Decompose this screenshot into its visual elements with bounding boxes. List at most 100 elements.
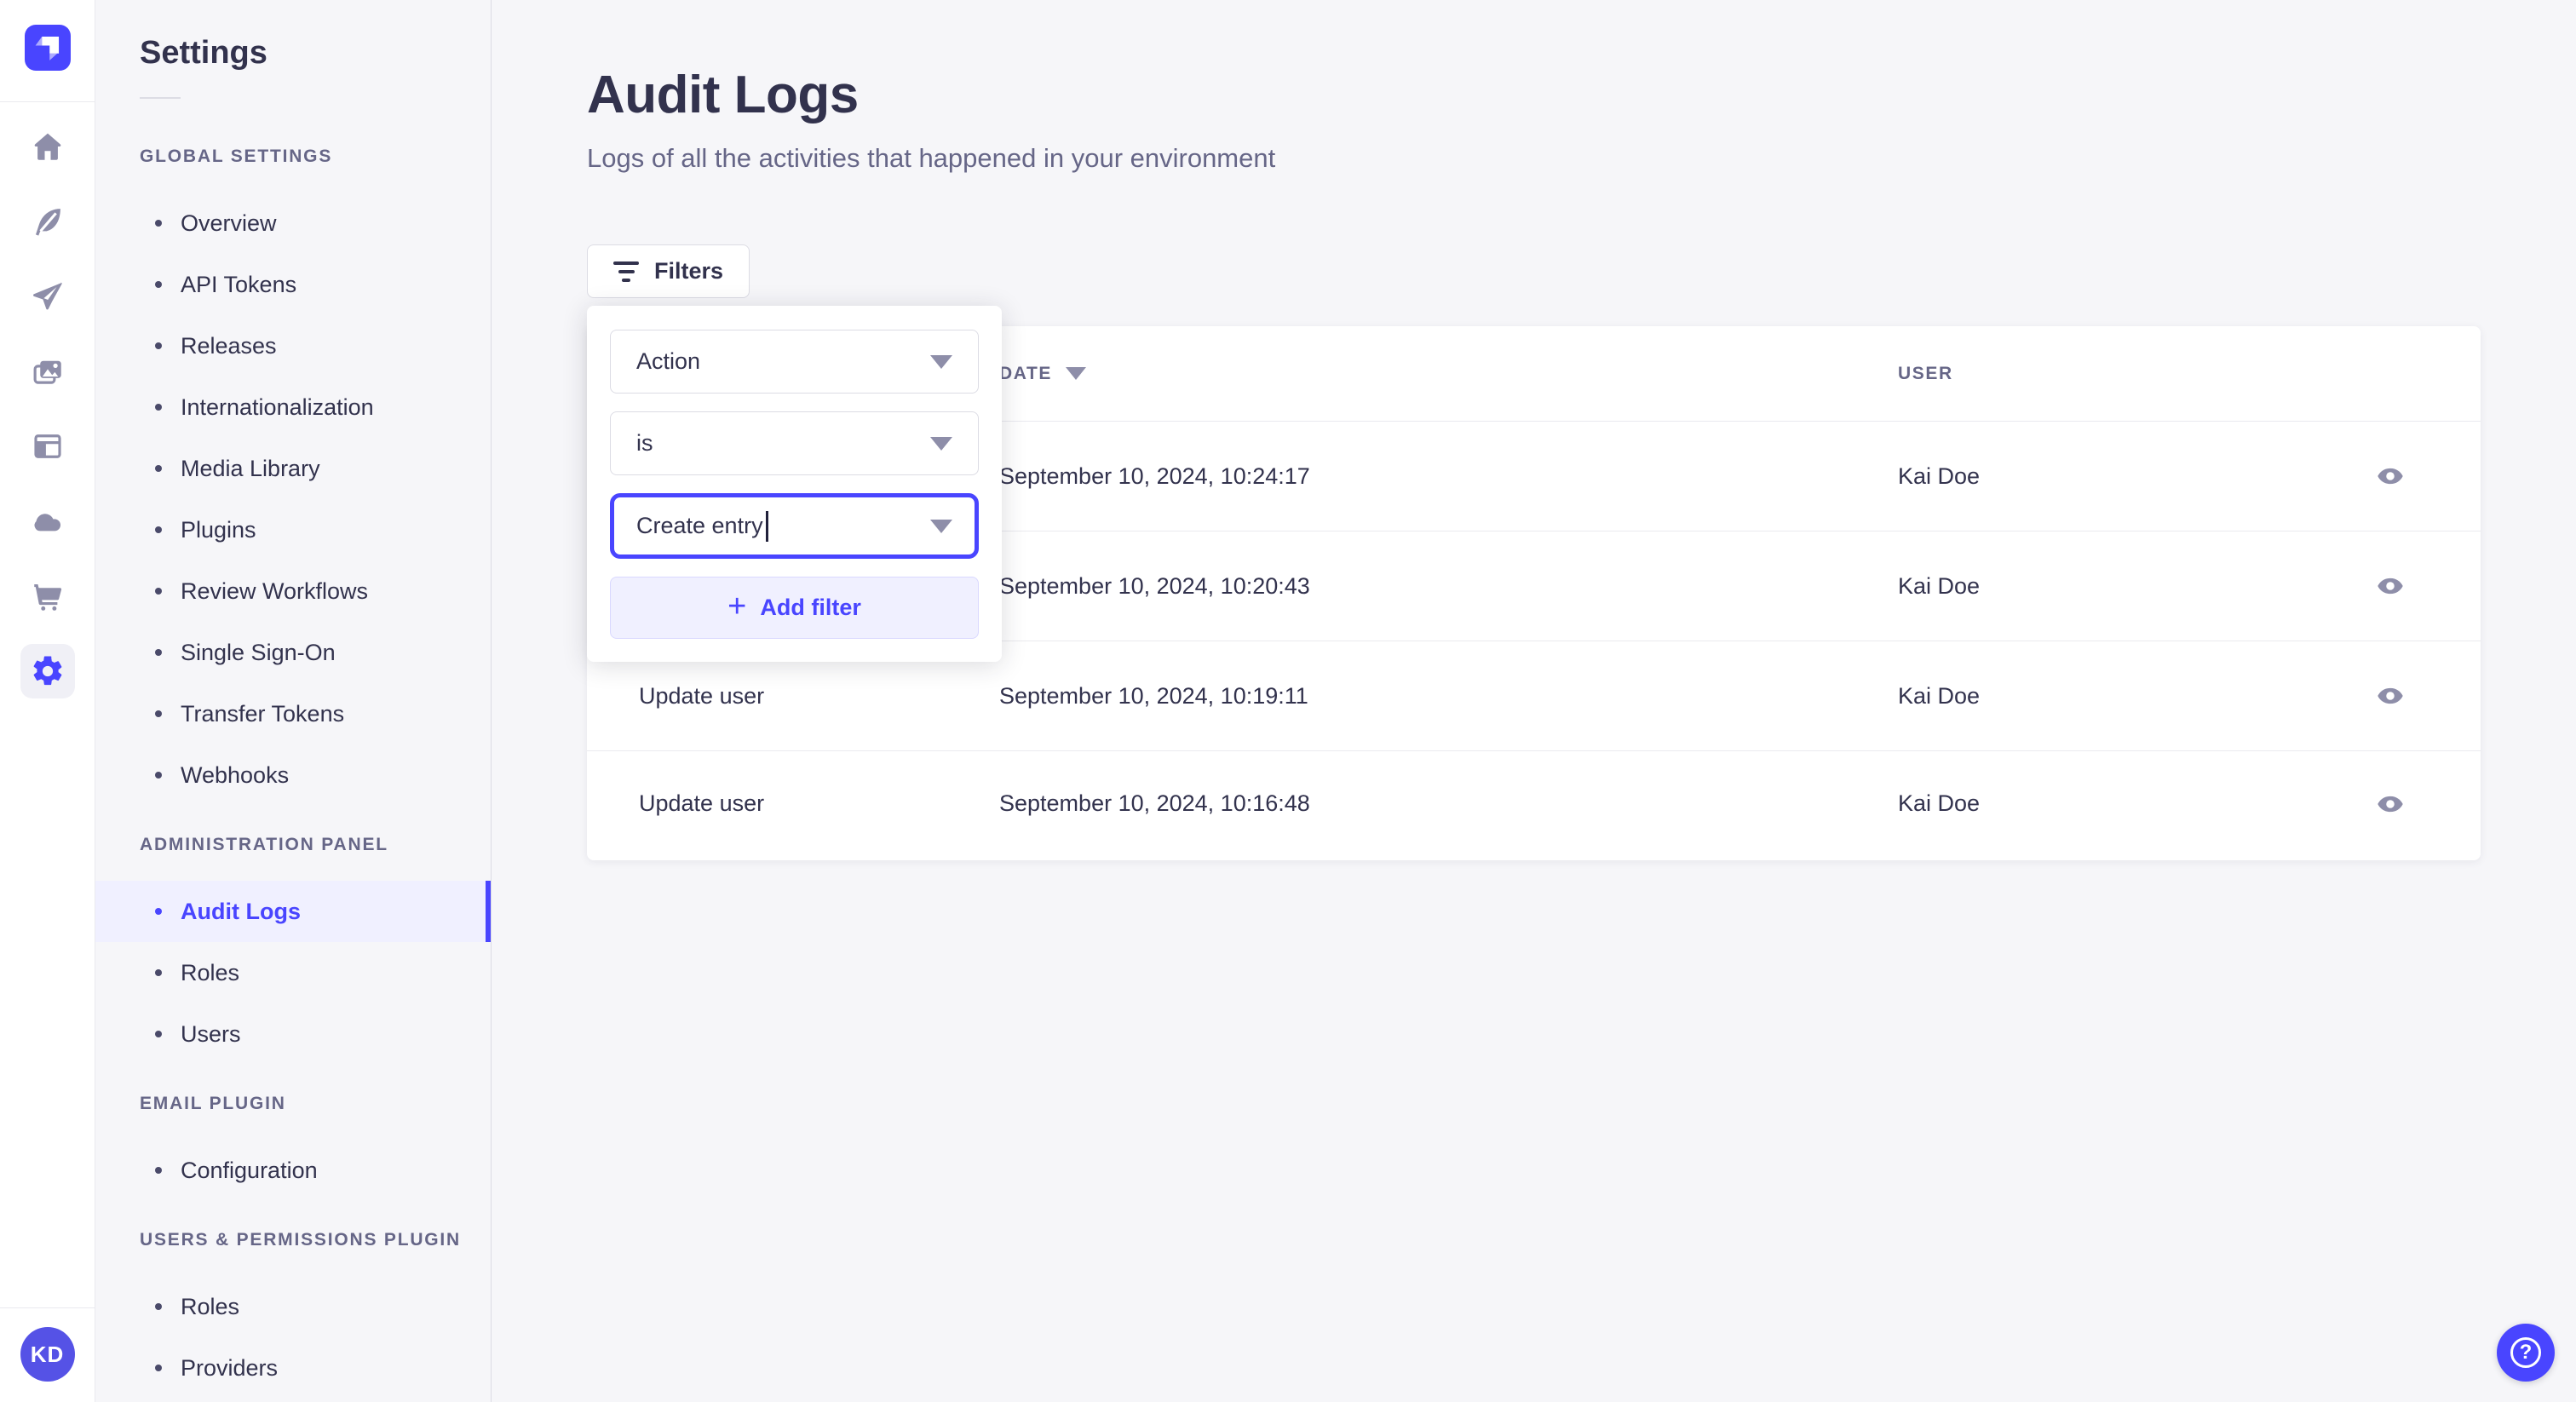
layout-icon [34, 434, 61, 458]
cell-action: Update user [639, 682, 765, 709]
sidebar-item-webhooks[interactable]: Webhooks [95, 744, 491, 806]
send-icon [33, 282, 62, 310]
sidebar-item-overview[interactable]: Overview [95, 192, 491, 254]
email-plugin-list: Configuration [95, 1140, 491, 1201]
bullet-icon [155, 404, 162, 411]
table-row[interactable]: Update user September 10, 2024, 10:16:48… [587, 751, 2481, 856]
bullet-icon [155, 1303, 162, 1310]
view-details-button[interactable] [2365, 451, 2416, 502]
settings-active-highlight [20, 644, 75, 698]
header-user: USER [1898, 363, 1953, 383]
help-button[interactable]: ? [2497, 1324, 2555, 1382]
nav-content-button[interactable] [0, 184, 95, 259]
eye-icon [2378, 796, 2403, 812]
user-avatar[interactable]: KD [20, 1327, 75, 1382]
section-administration-panel: ADMINISTRATION PANEL [140, 835, 388, 854]
strapi-logo-mark [35, 36, 59, 60]
rail-nav [0, 102, 95, 709]
filter-popover: Action is Create entry + Add filter [587, 306, 1002, 662]
bullet-icon [155, 908, 162, 915]
nav-marketplace-button[interactable] [0, 559, 95, 634]
rail-footer: KD [0, 1307, 95, 1402]
sidebar-item-plugins[interactable]: Plugins [95, 499, 491, 560]
filter-value-select[interactable]: Create entry [610, 493, 979, 559]
bullet-icon [155, 649, 162, 656]
sort-desc-icon [1066, 367, 1087, 380]
sidebar-item-transfer-tokens[interactable]: Transfer Tokens [95, 683, 491, 744]
text-cursor [765, 510, 768, 542]
eye-icon [2378, 687, 2403, 704]
sidebar-item-up-providers[interactable]: Providers [95, 1337, 491, 1399]
settings-gear-icon [33, 656, 62, 686]
sidebar-item-up-roles[interactable]: Roles [95, 1276, 491, 1337]
nav-deploy-button[interactable] [0, 259, 95, 334]
sidebar-item-admin-roles[interactable]: Roles [95, 942, 491, 1003]
chevron-down-icon [930, 354, 952, 369]
view-details-button[interactable] [2365, 560, 2416, 612]
nav-home-button[interactable] [0, 109, 95, 184]
section-email-plugin: EMAIL PLUGIN [140, 1094, 286, 1113]
filters-button[interactable]: Filters [587, 244, 750, 298]
plus-icon: + [727, 588, 747, 624]
cell-date: September 10, 2024, 10:19:11 [999, 682, 1308, 709]
question-mark-icon: ? [2510, 1337, 2541, 1368]
bullet-icon [155, 1031, 162, 1037]
section-global-settings: GLOBAL SETTINGS [140, 147, 333, 166]
sidebar-item-releases[interactable]: Releases [95, 315, 491, 376]
cell-user: Kai Doe [1898, 572, 1981, 599]
nav-settings-button[interactable] [0, 634, 95, 709]
strapi-admin: KD Settings GLOBAL SETTINGS Overview API… [0, 0, 2576, 1402]
add-filter-button[interactable]: + Add filter [610, 577, 979, 639]
cell-user: Kai Doe [1898, 790, 1981, 816]
cell-date: September 10, 2024, 10:20:43 [999, 572, 1310, 599]
administration-panel-list: Audit Logs Roles Users [95, 881, 491, 1065]
sidebar-item-admin-users[interactable]: Users [95, 1003, 491, 1065]
sidebar-title-divider [140, 97, 181, 99]
bullet-icon [155, 588, 162, 595]
cell-action: Update user [639, 790, 765, 816]
view-details-button[interactable] [2365, 779, 2416, 830]
global-settings-list: Overview API Tokens Releases Internation… [95, 192, 491, 806]
chevron-down-icon [930, 519, 952, 533]
bullet-icon [155, 710, 162, 717]
sidebar-item-api-tokens[interactable]: API Tokens [95, 254, 491, 315]
page-subtitle: Logs of all the activities that happened… [587, 143, 1276, 173]
media-library-icon [33, 360, 61, 384]
cell-date: September 10, 2024, 10:24:17 [999, 463, 1310, 489]
sidebar-item-single-sign-on[interactable]: Single Sign-On [95, 622, 491, 683]
sidebar-item-media-library[interactable]: Media Library [95, 438, 491, 499]
bullet-icon [155, 1365, 162, 1371]
bullet-icon [155, 220, 162, 227]
sidebar-item-email-configuration[interactable]: Configuration [95, 1140, 491, 1201]
bullet-icon [155, 1167, 162, 1174]
eye-icon [2378, 577, 2403, 595]
strapi-logo[interactable] [24, 25, 71, 71]
feather-icon [36, 209, 60, 236]
sidebar-item-review-workflows[interactable]: Review Workflows [95, 560, 491, 622]
eye-icon [2378, 468, 2403, 485]
sidebar-title: Settings [140, 35, 267, 71]
header-date[interactable]: DATE [999, 364, 1898, 384]
nav-content-type-builder-button[interactable] [0, 409, 95, 484]
bullet-icon [155, 281, 162, 288]
home-icon [34, 133, 61, 160]
bullet-icon [155, 772, 162, 779]
view-details-button[interactable] [2365, 670, 2416, 721]
bullet-icon [155, 342, 162, 349]
main-nav-rail: KD [0, 0, 95, 1402]
cell-user: Kai Doe [1898, 463, 1981, 489]
page-title: Audit Logs [587, 66, 859, 124]
filter-field-select[interactable]: Action [610, 330, 979, 394]
filter-operator-select[interactable]: is [610, 411, 979, 475]
section-users-permissions-plugin: USERS & PERMISSIONS PLUGIN [140, 1230, 462, 1250]
chevron-down-icon [930, 436, 952, 451]
nav-media-button[interactable] [0, 334, 95, 409]
settings-sidebar: Settings GLOBAL SETTINGS Overview API To… [95, 0, 492, 1402]
bullet-icon [155, 526, 162, 533]
sidebar-item-internationalization[interactable]: Internationalization [95, 376, 491, 438]
bullet-icon [155, 969, 162, 976]
main-content: Audit Logs Logs of all the activities th… [492, 0, 2576, 1402]
nav-cloud-button[interactable] [0, 484, 95, 559]
sidebar-item-audit-logs[interactable]: Audit Logs [95, 881, 491, 942]
cell-date: September 10, 2024, 10:16:48 [999, 790, 1310, 816]
